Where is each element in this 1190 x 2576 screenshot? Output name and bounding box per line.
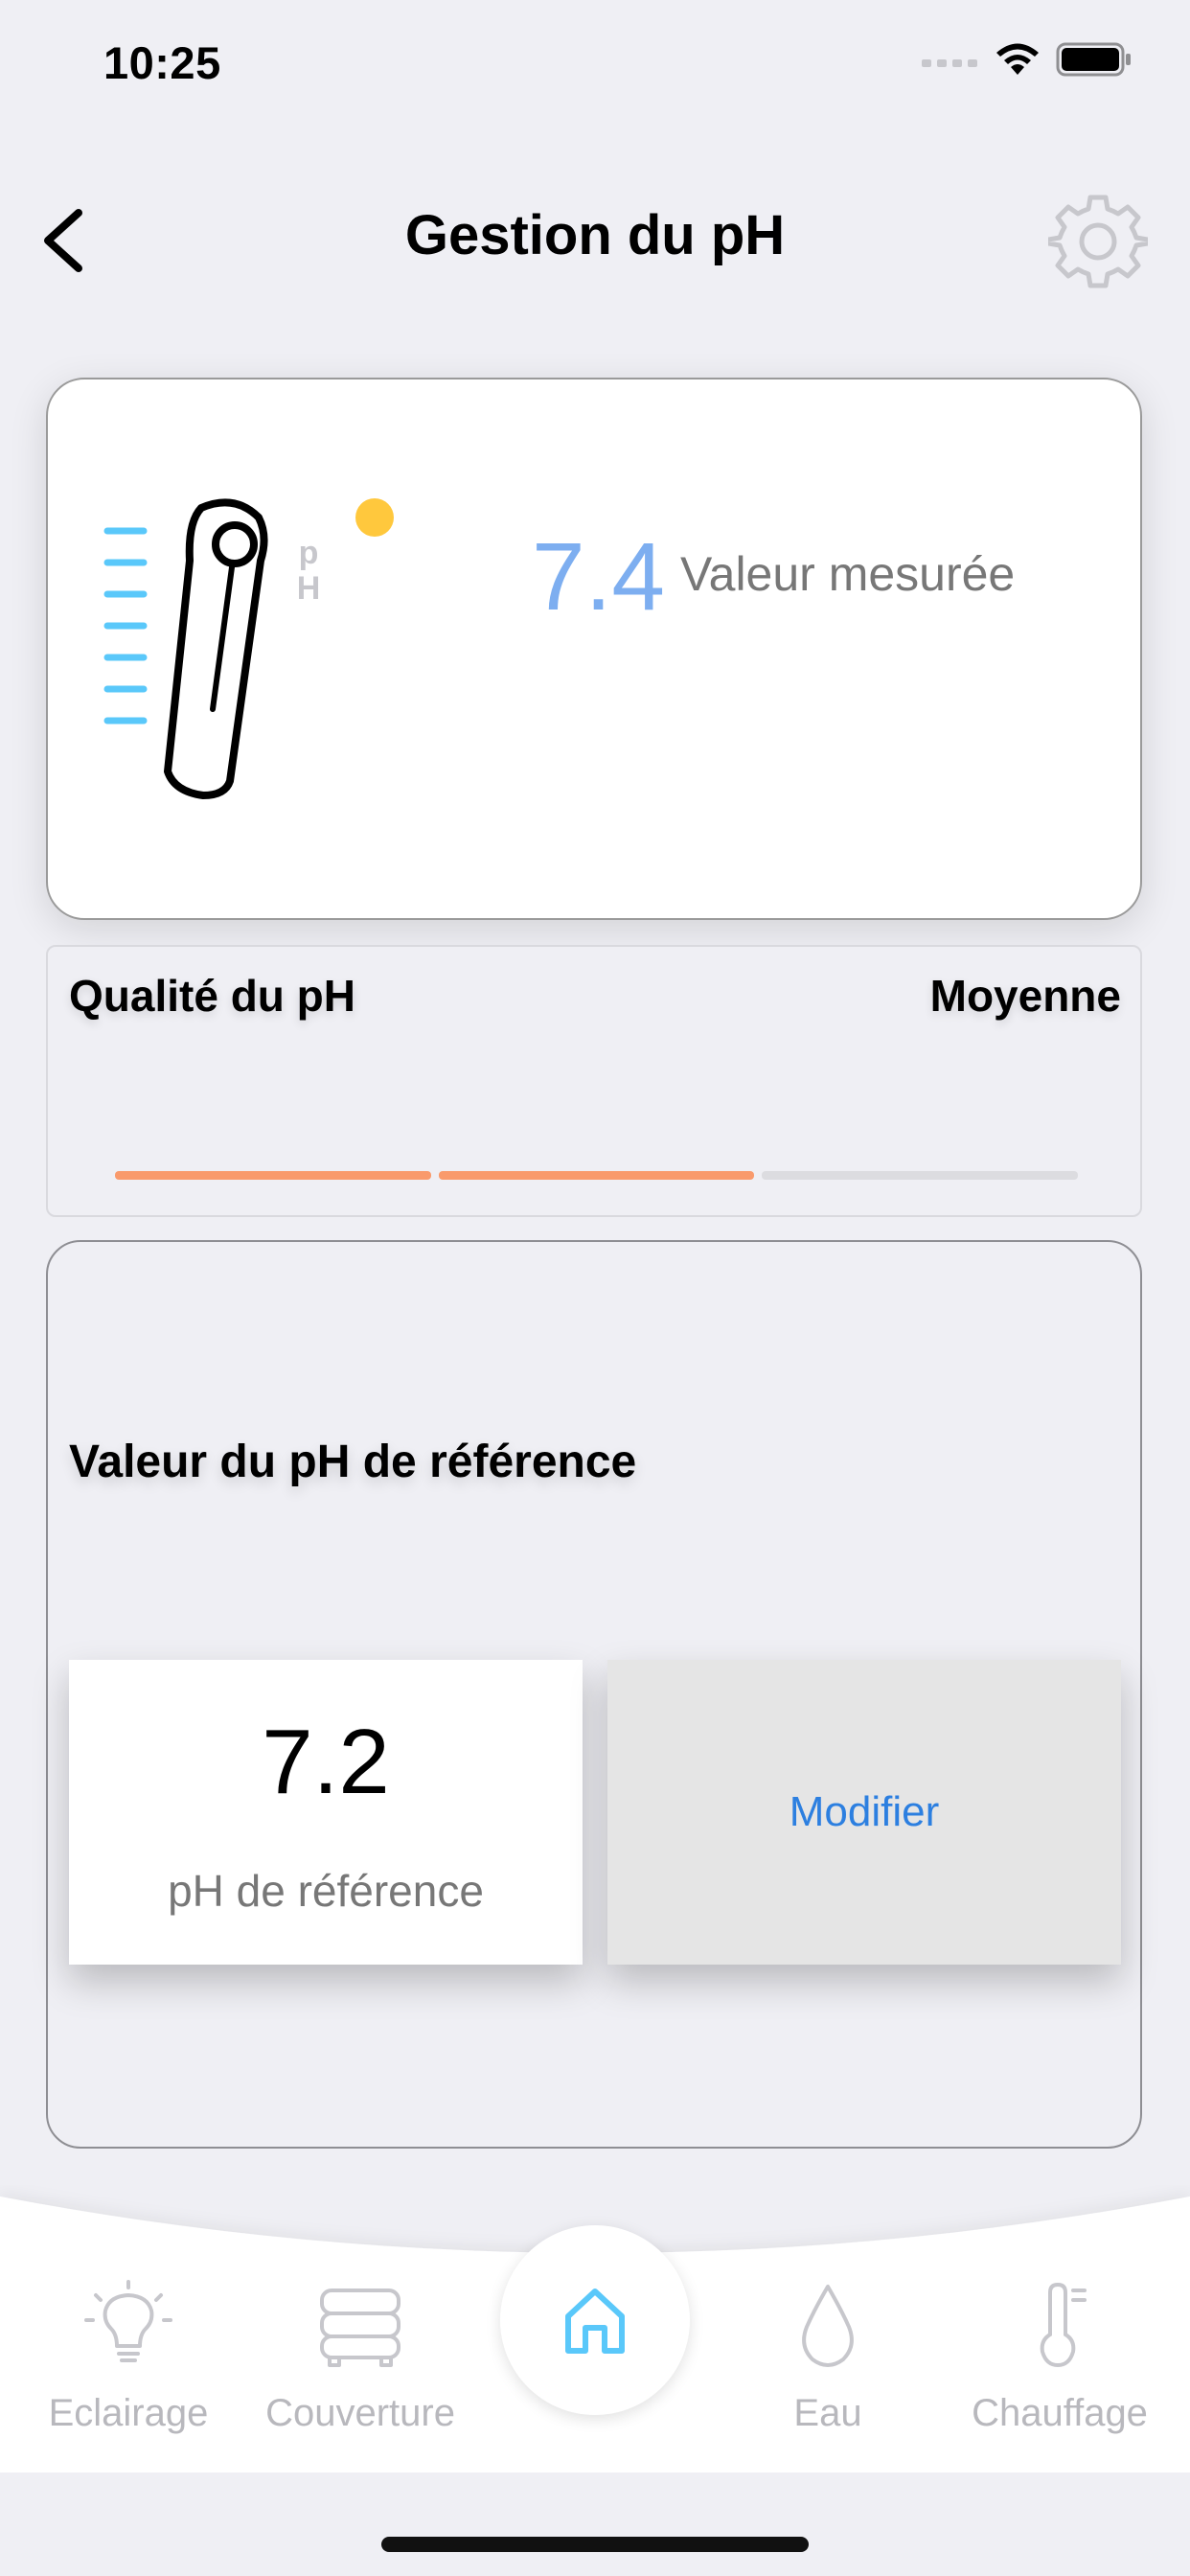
status-icons bbox=[922, 40, 1133, 79]
quality-level-bar bbox=[115, 1171, 1079, 1180]
wifi-icon bbox=[996, 43, 1039, 75]
reference-title: Valeur du pH de référence bbox=[69, 1437, 637, 1487]
page-title: Gestion du pH bbox=[404, 204, 786, 266]
tab-label: Eau bbox=[793, 2392, 862, 2434]
reference-value: 7.2 bbox=[262, 1711, 390, 1813]
scale-ticks bbox=[103, 527, 148, 724]
ph-label-p: p bbox=[299, 535, 319, 571]
battery-icon bbox=[1056, 42, 1131, 77]
quality-segment bbox=[115, 1171, 431, 1180]
ph-label-h: H bbox=[297, 570, 321, 607]
measured-label: Valeur mesurée bbox=[680, 547, 1016, 601]
water-drop-icon bbox=[802, 2285, 854, 2367]
tab-label: Couverture bbox=[265, 2392, 455, 2434]
pool-cover-icon bbox=[320, 2288, 400, 2367]
reference-value-box: 7.2 pH de référence bbox=[69, 1660, 583, 1965]
tab-couverture[interactable]: Couverture bbox=[245, 2279, 475, 2435]
quality-segment bbox=[438, 1171, 755, 1180]
home-indicator bbox=[381, 2537, 809, 2552]
settings-button[interactable] bbox=[1045, 192, 1151, 291]
modify-button[interactable]: Modifier bbox=[607, 1660, 1121, 1965]
quality-value: Moyenne bbox=[929, 971, 1121, 1021]
status-dot bbox=[355, 498, 394, 537]
tab-chauffage[interactable]: Chauffage bbox=[945, 2279, 1175, 2435]
reference-label: pH de référence bbox=[168, 1866, 484, 1916]
lightbulb-icon bbox=[84, 2280, 172, 2362]
tab-eau[interactable]: Eau bbox=[713, 2279, 943, 2435]
tab-home[interactable] bbox=[500, 2225, 690, 2415]
tab-label: Chauffage bbox=[972, 2392, 1148, 2434]
status-time: 10:25 bbox=[103, 37, 221, 88]
tab-label: Eclairage bbox=[48, 2392, 209, 2434]
ph-probe-icon: p H bbox=[103, 498, 394, 799]
gear-icon bbox=[1045, 195, 1151, 288]
quality-title: Qualité du pH bbox=[69, 971, 355, 1021]
quality-segment bbox=[762, 1171, 1079, 1180]
measured-value: 7.4 bbox=[532, 523, 666, 631]
tab-eclairage[interactable]: Eclairage bbox=[13, 2279, 243, 2435]
home-icon bbox=[565, 2288, 625, 2354]
thermometer-icon bbox=[1040, 2282, 1087, 2368]
cellular-signal-icon bbox=[922, 59, 977, 67]
